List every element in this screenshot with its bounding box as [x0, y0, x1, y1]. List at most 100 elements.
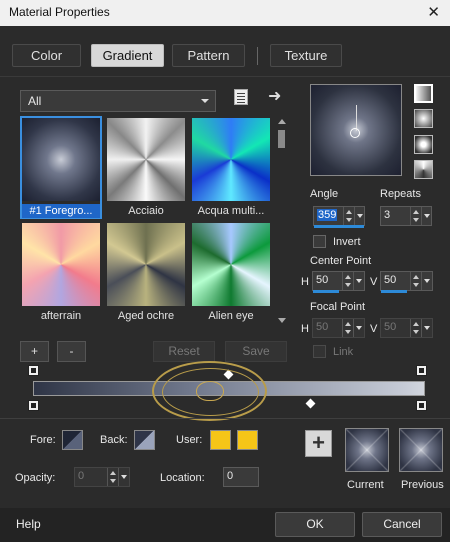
- opacity-value: 0: [78, 470, 85, 482]
- add-to-swatches-button[interactable]: +: [305, 430, 332, 457]
- center-v-dropdown-icon[interactable]: [421, 272, 431, 290]
- material-tabs: Color Gradient Pattern Texture: [0, 44, 450, 68]
- opacity-stop-right[interactable]: [416, 365, 427, 376]
- help-link[interactable]: Help: [16, 517, 41, 531]
- gradient-preview[interactable]: [310, 84, 402, 176]
- gradient-thumbnail: [22, 118, 100, 201]
- gallery-item-afterrain[interactable]: afterrain: [20, 221, 102, 324]
- angle-dropdown-icon[interactable]: [354, 207, 364, 225]
- location-input[interactable]: 0: [223, 467, 259, 487]
- focal-v-value: 50: [384, 321, 397, 333]
- gallery-item-acciaio[interactable]: Acciaio: [105, 116, 187, 219]
- panel-separator: [0, 418, 450, 419]
- scroll-up-icon[interactable]: [278, 119, 286, 124]
- center-h-spinner[interactable]: 50: [312, 271, 365, 293]
- radial-style-button[interactable]: [414, 135, 433, 154]
- center-h-dropdown-icon[interactable]: [353, 272, 363, 290]
- back-label: Back:: [100, 434, 128, 446]
- previous-material-preview[interactable]: [399, 428, 443, 472]
- tab-texture[interactable]: Texture: [270, 44, 342, 67]
- link-label: Link: [333, 346, 354, 358]
- ok-button[interactable]: OK: [275, 512, 355, 537]
- close-icon[interactable]: ✕: [427, 3, 440, 21]
- center-h-stepper-icon[interactable]: [342, 272, 352, 290]
- user-color-swatch-alt[interactable]: [237, 430, 258, 450]
- invert-checkbox[interactable]: [313, 235, 326, 248]
- angle-stepper-icon[interactable]: [343, 207, 353, 225]
- location-value: 0: [227, 470, 234, 482]
- linear-style-button[interactable]: [414, 84, 433, 103]
- save-gradient-button[interactable]: Save: [225, 341, 287, 362]
- remove-gradient-button[interactable]: -: [57, 341, 86, 362]
- center-v-slider-fill[interactable]: [381, 290, 407, 293]
- title-bar: Material Properties ✕: [0, 0, 450, 26]
- category-select[interactable]: All: [20, 90, 216, 112]
- gallery-item-aged-ochre[interactable]: Aged ochre: [105, 221, 187, 324]
- center-v-stepper-icon[interactable]: [410, 272, 420, 290]
- gallery-item-foreground[interactable]: #1 Foregro...: [20, 116, 102, 219]
- color-midpoint[interactable]: [305, 398, 316, 409]
- center-h-label: H: [301, 276, 309, 288]
- current-material-preview[interactable]: [345, 428, 389, 472]
- user-color-swatch[interactable]: [210, 430, 231, 450]
- center-v-spinner[interactable]: 50: [380, 271, 433, 293]
- repeats-dropdown-icon[interactable]: [421, 207, 431, 225]
- add-gradient-button[interactable]: +: [20, 341, 49, 362]
- gradient-thumbnail: [107, 118, 185, 201]
- gallery-item-alien-eye[interactable]: Alien eye: [190, 221, 272, 324]
- focal-h-stepper-icon[interactable]: [342, 319, 352, 337]
- repeats-stepper-icon[interactable]: [410, 207, 420, 225]
- center-h-value: 50: [316, 274, 329, 286]
- focal-h-value: 50: [316, 321, 329, 333]
- center-point-label: Center Point: [310, 255, 372, 267]
- sunburst-style-button[interactable]: [414, 160, 433, 179]
- center-h-slider-fill[interactable]: [313, 290, 339, 293]
- fore-color-swatch[interactable]: [62, 430, 83, 450]
- opacity-stop-left[interactable]: [28, 365, 39, 376]
- fore-label: Fore:: [30, 434, 56, 446]
- opacity-spinner[interactable]: 0: [74, 467, 130, 487]
- invert-label: Invert: [333, 236, 361, 248]
- back-color-swatch[interactable]: [134, 430, 155, 450]
- dialog-footer: Help OK Cancel: [0, 508, 450, 542]
- gallery-item-label: Aged ochre: [117, 310, 175, 322]
- scroll-thumb[interactable]: [278, 130, 285, 148]
- gallery-item-acqua-multi[interactable]: Acqua multi...: [190, 116, 272, 219]
- gallery-item-label: afterrain: [40, 310, 82, 322]
- current-label: Current: [347, 479, 384, 491]
- location-label: Location:: [160, 472, 205, 484]
- opacity-dropdown-icon[interactable]: [118, 468, 128, 486]
- tab-color[interactable]: Color: [12, 44, 81, 67]
- tab-pattern[interactable]: Pattern: [172, 44, 245, 67]
- center-point-handle[interactable]: [350, 128, 360, 138]
- gallery-scrollbar[interactable]: [276, 118, 287, 324]
- focal-v-stepper-icon[interactable]: [410, 319, 420, 337]
- gradient-thumbnail: [107, 223, 185, 306]
- repeats-spinner[interactable]: 3: [380, 206, 432, 226]
- window-title: Material Properties: [9, 5, 110, 19]
- tab-gradient[interactable]: Gradient: [91, 44, 164, 67]
- opacity-stepper-icon[interactable]: [107, 468, 117, 486]
- focal-h-dropdown-icon[interactable]: [353, 319, 363, 337]
- focal-v-spinner[interactable]: 50: [380, 318, 433, 338]
- gradient-thumbnail: [192, 118, 270, 201]
- arrow-right-icon[interactable]: ➜: [268, 86, 281, 106]
- focal-h-label: H: [301, 323, 309, 335]
- angle-value: 359: [317, 209, 338, 221]
- angle-slider-fill[interactable]: [314, 225, 364, 228]
- color-stop-right[interactable]: [416, 400, 427, 411]
- angle-needle: [356, 105, 357, 131]
- angle-spinner[interactable]: 359: [313, 206, 365, 228]
- reset-button[interactable]: Reset: [153, 341, 215, 362]
- gradient-thumbnail: [192, 223, 270, 306]
- scroll-down-icon[interactable]: [278, 318, 286, 323]
- focal-v-dropdown-icon[interactable]: [421, 319, 431, 337]
- color-stop-left[interactable]: [28, 400, 39, 411]
- rectangular-style-button[interactable]: [414, 109, 433, 128]
- list-view-icon[interactable]: [234, 89, 248, 105]
- focal-h-spinner[interactable]: 50: [312, 318, 365, 338]
- watermark-seal: [152, 361, 267, 421]
- center-v-value: 50: [384, 274, 397, 286]
- link-checkbox[interactable]: [313, 345, 326, 358]
- cancel-button[interactable]: Cancel: [362, 512, 442, 537]
